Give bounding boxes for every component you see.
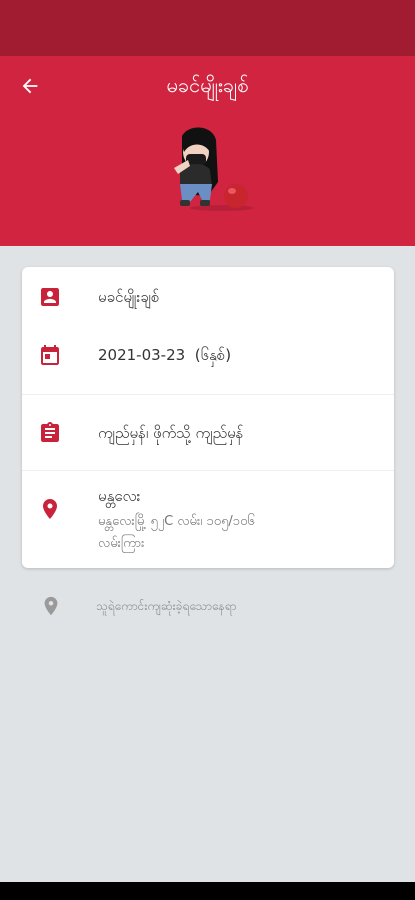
age-value: (၆နှစ်) (194, 346, 232, 364)
calendar-icon (41, 345, 59, 365)
tags-row: ကျည်မှန်၊ ဖိုက်သို့ ကျည်မှန် (22, 419, 394, 459)
status-bar (0, 0, 415, 56)
avatar (174, 127, 254, 211)
divider (22, 470, 394, 471)
navigation-bar (0, 882, 415, 900)
location-pin-icon (43, 499, 57, 519)
address-line-1: မန္တလေးမြို့ ၅၂C လမ်း၊ ၁၀၅/၁၀၆ (98, 514, 255, 529)
address-line-2: လမ်းကြား (98, 536, 145, 551)
date-value: 2021-03-23 (98, 346, 186, 364)
person-badge-icon (41, 288, 59, 306)
location-pin-icon (44, 596, 58, 616)
location-row[interactable]: မန္တလေး မန္တလေးမြို့ ၅၂C လမ်း၊ ၁၀၅/၁၀၆ လ… (22, 485, 394, 565)
name-row: မခင်မျိုးချစ် (22, 285, 394, 325)
name-text: မခင်မျိုးချစ် (98, 288, 160, 306)
fallen-place-row[interactable]: သူရဲကောင်းကျဆုံးခဲ့ရသောနေရာ (0, 592, 415, 622)
page-title: မခင်မျိုးချစ် (166, 73, 249, 97)
divider (22, 394, 394, 395)
date-row: 2021-03-23 (၆နှစ်) (22, 343, 394, 383)
date-text: 2021-03-23 (၆နှစ်) (98, 344, 382, 366)
clipboard-icon (41, 422, 59, 442)
fallen-place-label: သူရဲကောင်းကျဆုံးခဲ့ရသောနေရာ (96, 599, 237, 613)
tags-text: ကျည်မှန်၊ ဖိုက်သို့ ကျည်မှန် (98, 424, 244, 442)
profile-card: မခင်မျိုးချစ် 2021-03-23 (၆နှစ်) ကျည်မှန… (22, 267, 394, 568)
city-text: မန္တလေး (98, 487, 141, 505)
header: မခင်မျိုးချစ် (0, 56, 415, 246)
